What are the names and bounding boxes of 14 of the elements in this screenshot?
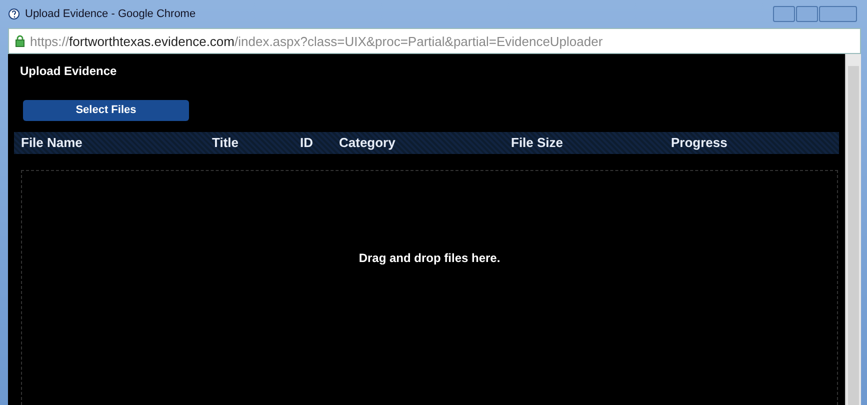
column-header: File Name xyxy=(21,135,84,150)
help-icon xyxy=(8,8,20,20)
url-text: https://fortworthtexas.evidence.com/index.aspx?class=UIX&proc=Partial&partial=EvidenceUploader xyxy=(30,34,603,48)
column-header: Title xyxy=(212,135,240,150)
drop-zone[interactable]: Drag and drop files here. xyxy=(21,170,838,405)
page-heading: Upload Evidence xyxy=(20,64,118,78)
window-title: Upload Evidence - Google Chrome xyxy=(25,8,196,20)
column-header: ID xyxy=(300,135,314,150)
address-bar[interactable]: https://fortworthtexas.evidence.com/index.aspx?class=UIX&proc=Partial&partial=EvidenceUploader xyxy=(8,28,861,54)
select-files-button[interactable]: Select Files xyxy=(23,100,189,120)
column-header: Category xyxy=(339,135,396,150)
column-header: Progress xyxy=(671,135,728,150)
column-header: File Size xyxy=(511,135,564,150)
drop-zone-text: Drag and drop files here. xyxy=(358,250,500,265)
